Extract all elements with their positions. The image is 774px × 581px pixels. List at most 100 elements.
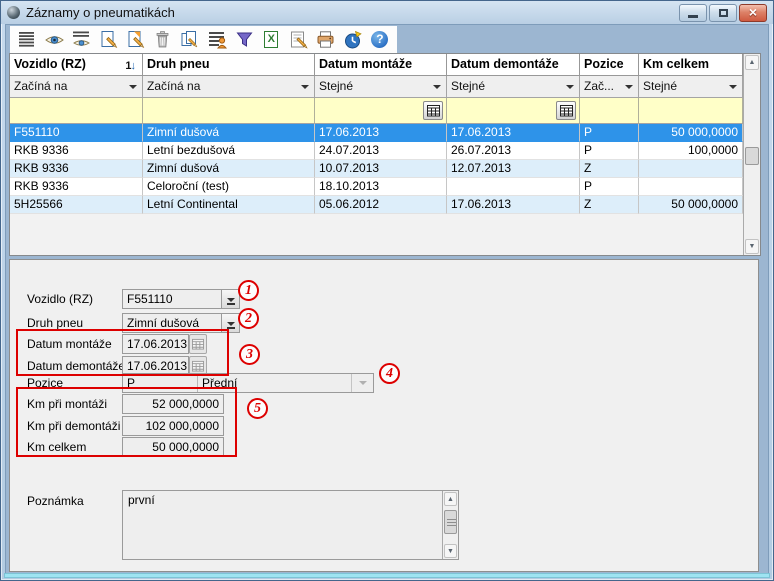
km-pri-montazi-field[interactable]: 52 000,0000 xyxy=(122,394,224,414)
new-record-icon[interactable] xyxy=(98,29,118,51)
filter-input-datum-demontaze[interactable] xyxy=(447,98,580,124)
notes-icon[interactable] xyxy=(288,29,308,51)
filter-condition-pozice[interactable]: Zač... xyxy=(580,76,639,98)
cell-datum-demontaze: 12.07.2013 xyxy=(447,160,580,178)
column-header-datum-montaze[interactable]: Datum montáže xyxy=(315,54,447,76)
filter-input-druh-pneu[interactable] xyxy=(143,98,315,124)
delete-record-icon[interactable] xyxy=(153,29,173,51)
chevron-down-icon xyxy=(129,85,137,89)
filter-input-datum-montaze[interactable] xyxy=(315,98,447,124)
km-celkem-field[interactable]: 50 000,0000 xyxy=(122,437,224,457)
column-header-vozidlo[interactable]: Vozidlo (RZ) xyxy=(10,54,143,76)
filter-condition-datum-demontaze[interactable]: Stejné xyxy=(447,76,580,98)
app-window: Záznamy o pneumatikách xyxy=(0,0,774,581)
close-icon xyxy=(749,5,757,20)
scrollbar-thumb[interactable] xyxy=(745,147,759,165)
column-header-druh-pneu[interactable]: Druh pneu xyxy=(143,54,315,76)
minimize-button[interactable] xyxy=(679,4,707,22)
filter-condition-druh-pneu[interactable]: Začíná na xyxy=(143,76,315,98)
scroll-up-icon[interactable] xyxy=(745,55,759,70)
datum-montaze-field[interactable]: 17.06.2013 xyxy=(122,334,189,354)
cell-pozice: P xyxy=(580,124,639,142)
cell-datum-demontaze: 17.06.2013 xyxy=(447,196,580,214)
chevron-down-icon xyxy=(227,322,235,326)
scroll-down-icon[interactable] xyxy=(745,239,759,254)
filter-condition-datum-montaze[interactable]: Stejné xyxy=(315,76,447,98)
chevron-down-icon[interactable] xyxy=(351,374,373,392)
cell-vozidlo: F551110 xyxy=(10,124,143,142)
export-excel-icon[interactable] xyxy=(261,29,281,51)
filter-label: Začíná na xyxy=(14,79,67,93)
preview-icon[interactable] xyxy=(44,29,64,51)
datum-montaze-calendar-button[interactable] xyxy=(189,334,207,354)
print-icon[interactable] xyxy=(316,29,336,51)
window-controls xyxy=(679,4,767,22)
scroll-up-icon[interactable] xyxy=(444,492,457,506)
filter-condition-vozidlo[interactable]: Začíná na xyxy=(10,76,143,98)
cell-vozidlo: RKB 9336 xyxy=(10,142,143,160)
history-icon[interactable] xyxy=(343,29,363,51)
sort-list-icon[interactable] xyxy=(17,29,37,51)
km-pri-demontazi-field[interactable]: 102 000,0000 xyxy=(122,416,224,436)
cell-vozidlo: RKB 9336 xyxy=(10,160,143,178)
cell-druh-pneu: Zimní dušová xyxy=(143,124,315,142)
scroll-down-icon[interactable] xyxy=(444,544,457,558)
edit-record-icon[interactable] xyxy=(126,29,146,51)
calendar-button[interactable] xyxy=(556,101,576,120)
help-icon[interactable] xyxy=(370,29,390,51)
column-header-datum-demontaze[interactable]: Datum demontáže xyxy=(447,54,580,76)
toolbar xyxy=(10,26,397,53)
pozice-description: Přední xyxy=(198,374,351,392)
maximize-icon xyxy=(719,9,728,17)
grid-vertical-scrollbar[interactable] xyxy=(743,54,760,255)
cell-km-celkem xyxy=(639,160,743,178)
close-button[interactable] xyxy=(739,4,767,22)
scrollbar-thumb[interactable] xyxy=(444,510,457,534)
table-row[interactable]: 5H25566 Letní Continental 05.06.2012 17.… xyxy=(10,196,760,214)
cell-datum-montaze: 18.10.2013 xyxy=(315,178,447,196)
maximize-button[interactable] xyxy=(709,4,737,22)
poznamka-text[interactable]: první xyxy=(123,491,441,559)
filter-label: Začíná na xyxy=(147,79,200,93)
table-row[interactable]: F551110 Zimní dušová 17.06.2013 17.06.20… xyxy=(10,124,760,142)
column-label: Km celkem xyxy=(643,57,709,71)
table-row[interactable]: RKB 9336 Zimní dušová 10.07.2013 12.07.2… xyxy=(10,160,760,178)
calendar-button[interactable] xyxy=(423,101,443,120)
table-row[interactable]: RKB 9336 Letní bezdušová 24.07.2013 26.0… xyxy=(10,142,760,160)
filter-input-pozice[interactable] xyxy=(580,98,639,124)
column-header-pozice[interactable]: Pozice xyxy=(580,54,639,76)
table-row[interactable]: RKB 9336 Celoroční (test) 18.10.2013 P xyxy=(10,178,760,196)
cell-km-celkem xyxy=(639,178,743,196)
view-records-icon[interactable] xyxy=(71,29,91,51)
titlebar[interactable]: Záznamy o pneumatikách xyxy=(1,1,773,24)
copy-record-icon[interactable] xyxy=(180,29,200,51)
druh-pneu-field[interactable]: Zimní dušová xyxy=(122,313,222,333)
column-header-km-celkem[interactable]: Km celkem xyxy=(639,54,743,76)
cell-datum-montaze: 10.07.2013 xyxy=(315,160,447,178)
cell-datum-montaze: 17.06.2013 xyxy=(315,124,447,142)
filter-input-km-celkem[interactable] xyxy=(639,98,743,124)
filter-condition-km-celkem[interactable]: Stejné xyxy=(639,76,743,98)
filter-label: Zač... xyxy=(584,79,614,93)
poznamka-field[interactable]: první xyxy=(122,490,459,560)
column-customize-icon[interactable] xyxy=(207,29,227,51)
grid-header-row: Vozidlo (RZ) Druh pneu Datum montáže Dat… xyxy=(10,54,760,76)
km-celkem-label: Km celkem xyxy=(27,437,86,457)
chevron-down-icon xyxy=(625,85,633,89)
column-label: Pozice xyxy=(584,57,624,71)
window-title: Záznamy o pneumatikách xyxy=(26,5,175,20)
poznamka-scrollbar[interactable] xyxy=(442,491,458,559)
filter-label: Stejné xyxy=(451,79,485,93)
column-label: Datum demontáže xyxy=(451,57,559,71)
filter-input-vozidlo[interactable] xyxy=(10,98,143,124)
cell-vozidlo: 5H25566 xyxy=(10,196,143,214)
annotation-circle-4: 4 xyxy=(379,363,400,384)
cell-vozidlo: RKB 9336 xyxy=(10,178,143,196)
cell-druh-pneu: Letní bezdušová xyxy=(143,142,315,160)
cell-pozice: P xyxy=(580,142,639,160)
pozice-combo[interactable]: P Přední xyxy=(122,373,374,393)
vozidlo-field[interactable]: F551110 xyxy=(122,289,222,309)
annotation-circle-3: 3 xyxy=(239,344,260,365)
chevron-down-icon xyxy=(566,85,574,89)
filter-icon[interactable] xyxy=(234,29,254,51)
